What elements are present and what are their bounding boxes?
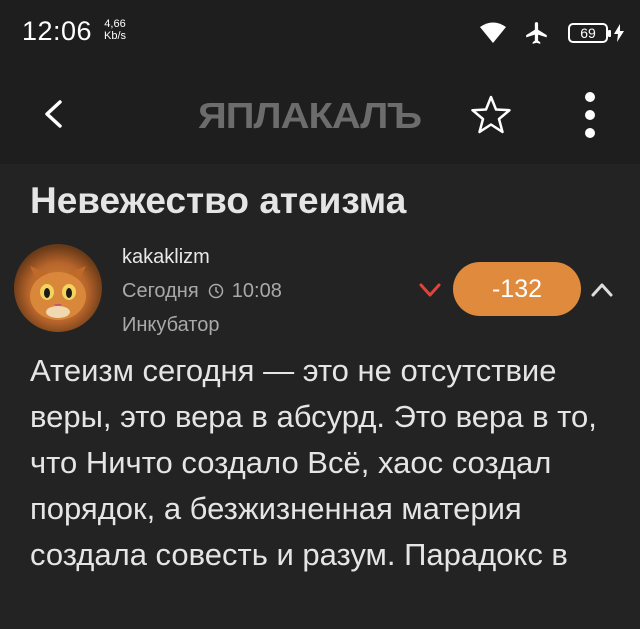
vote-down-icon[interactable] [416, 276, 444, 304]
net-speed: 4,66 Kb/s [104, 18, 126, 42]
site-logo[interactable]: ЯПЛАКАЛЪ [198, 96, 422, 137]
cat-avatar-image [30, 266, 86, 320]
net-speed-unit: Kb/s [104, 30, 127, 42]
clock: 12:06 [22, 16, 93, 46]
date-label: Сегодня [122, 280, 199, 302]
author-rank: Инкубатор [122, 314, 220, 336]
more-vert-icon[interactable] [576, 90, 604, 140]
app-toolbar: ЯПЛАКАЛЪ [0, 68, 640, 164]
author-name[interactable]: kakaklizm [122, 246, 210, 269]
status-icons: 69 [480, 20, 624, 46]
post-title: Невежество атеизма [30, 180, 407, 221]
back-icon[interactable] [34, 94, 74, 134]
charging-icon [614, 24, 624, 42]
rating-badge: -132 [453, 262, 581, 316]
time-label: 10:08 [231, 280, 282, 302]
battery-group: 69 [568, 23, 624, 43]
airplane-icon [526, 22, 547, 44]
net-speed-value: 4,66 [104, 18, 126, 30]
wifi-icon [480, 22, 506, 43]
post-date: Сегодня 10:08 [122, 280, 282, 303]
vote-up-icon[interactable] [588, 276, 616, 304]
star-icon[interactable] [468, 92, 514, 138]
post-body: Атеизм сегодня — это не отсутствие веры,… [30, 353, 597, 572]
status-bar: 12:06 4,66 Kb/s 69 [0, 0, 640, 68]
clock-icon [208, 283, 224, 299]
battery-icon: 69 [568, 23, 611, 43]
avatar[interactable] [14, 244, 102, 332]
